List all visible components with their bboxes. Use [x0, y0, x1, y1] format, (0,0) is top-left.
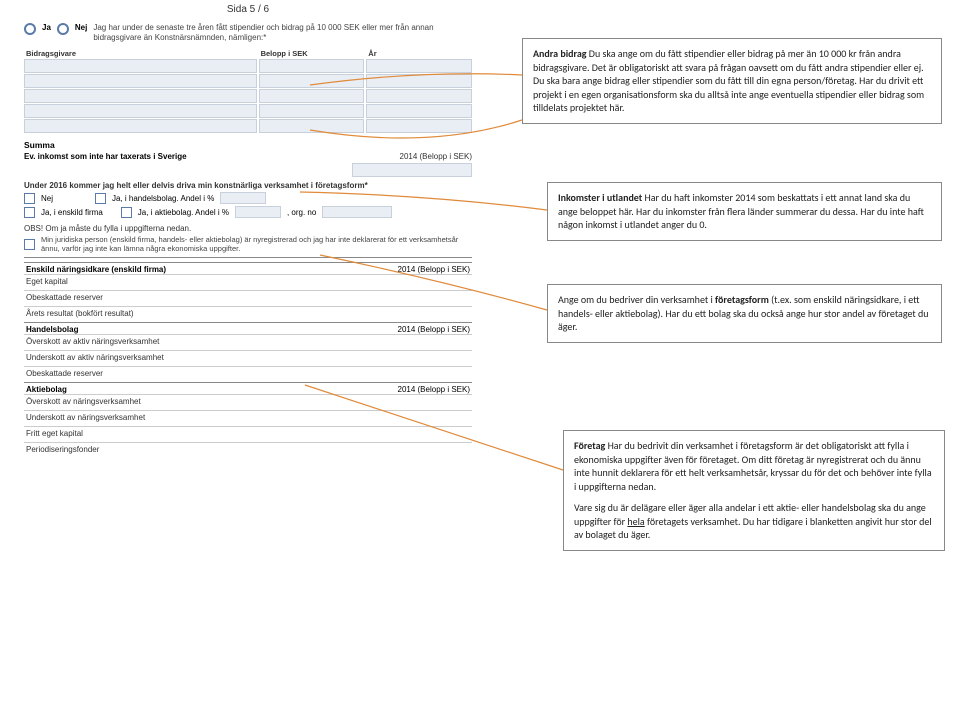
callout-foretag-bold: Företag — [574, 439, 605, 452]
callout-andra-bidrag: Andra bidrag Du ska ange om du fått stip… — [522, 38, 942, 124]
callout-foretag: Företag Har du bedrivit din verksamhet i… — [563, 430, 945, 551]
callout-ange-bold: företagsform — [715, 293, 769, 306]
callout-inkomster: Inkomster i utlandet Har du haft inkomst… — [547, 182, 942, 241]
callout-foretagsform: Ange om du bedriver din verksamhet i för… — [547, 284, 942, 343]
callout-foretag-p2u: hela — [627, 515, 644, 528]
callout-andra-bidrag-text: Du ska ange om du fått stipendier eller … — [533, 47, 924, 114]
callout-andra-bidrag-bold: Andra bidrag — [533, 47, 587, 60]
callout-inkomster-bold: Inkomster i utlandet — [558, 191, 642, 204]
callout-foretag-p1: Har du bedrivit din verksamhet i företag… — [574, 439, 932, 493]
callout-ange-pre: Ange om du bedriver din verksamhet i — [558, 293, 715, 306]
